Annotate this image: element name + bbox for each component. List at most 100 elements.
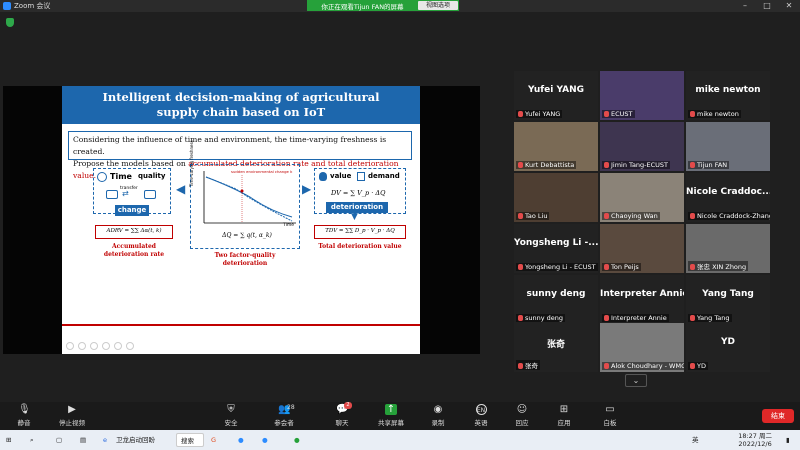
- participant-name-text: Yang Tang: [697, 314, 730, 322]
- whiteboard-button[interactable]: ▭ 白板: [590, 404, 630, 427]
- language-label: 英语: [474, 419, 488, 427]
- slide-title-line2: supply chain based on IoT: [156, 105, 326, 119]
- slide-tool-icon[interactable]: [90, 342, 98, 350]
- chat-button[interactable]: 💬 聊天: [322, 404, 362, 427]
- record-button[interactable]: ◉ 录制: [418, 404, 458, 427]
- video-camera-icon: ▶: [68, 404, 76, 415]
- demand-icon: [357, 172, 365, 181]
- slide-tool-icon[interactable]: [78, 342, 86, 350]
- taskbar-time: 18:27 周二: [738, 432, 772, 440]
- participant-name-label: Kurt Debattista: [516, 161, 577, 169]
- participant-tile[interactable]: Ton Peijs: [600, 224, 684, 273]
- participant-tile[interactable]: ECUST: [600, 71, 684, 120]
- security-button[interactable]: ⛨ 安全: [211, 404, 251, 427]
- close-icon[interactable]: ✕: [778, 0, 800, 12]
- window-title-text: Zoom 会议: [14, 2, 51, 10]
- participant-tile[interactable]: Interpreter Annie Interpreter Annie: [600, 275, 684, 324]
- reactions-button[interactable]: ☺ 回应: [502, 404, 542, 427]
- participant-tile[interactable]: Nicole Craddoc... Nicole Craddock-Zhang: [686, 173, 770, 222]
- participant-tile[interactable]: sunny deng sunny deng: [514, 275, 598, 324]
- participants-button[interactable]: 👥 28 参会者: [264, 404, 304, 427]
- participant-tile[interactable]: Yufei YANG Yufei YANG: [514, 71, 598, 120]
- participant-name-text: ECUST: [611, 110, 633, 118]
- time-label: Time: [110, 172, 132, 181]
- muted-mic-icon: [690, 162, 695, 168]
- participant-tile[interactable]: Yongsheng Li -... Yongsheng Li - ECUST: [514, 224, 598, 273]
- value-label: value: [330, 172, 352, 180]
- record-icon: ◉: [433, 404, 443, 415]
- two-factor-caption-line2: deterioration: [222, 260, 268, 267]
- maximize-icon[interactable]: □: [756, 0, 778, 12]
- slide-tool-icon[interactable]: [126, 342, 134, 350]
- mute-label: 静音: [17, 419, 31, 427]
- whiteboard-icon: ▭: [605, 404, 615, 415]
- participant-tile[interactable]: Kurt Debattista: [514, 122, 598, 171]
- taskbar-app-1[interactable]: 卫龙启动回盼: [116, 433, 155, 447]
- tdv-caption: Total deterioration value: [318, 243, 402, 250]
- app-icon[interactable]: G: [211, 433, 216, 447]
- microphone-icon: 🎙: [18, 404, 31, 415]
- participant-tile[interactable]: Tao Liu: [514, 173, 598, 222]
- edge-icon[interactable]: e: [103, 433, 107, 447]
- participant-tile[interactable]: YD YD: [686, 323, 770, 372]
- slide-title-line1: Intelligent decision-making of agricultu…: [102, 90, 380, 104]
- participant-tile[interactable]: 张奇 张奇: [514, 323, 598, 372]
- share-screen-icon: ↑: [385, 404, 397, 415]
- task-view-icon[interactable]: ▢: [56, 433, 62, 447]
- language-button[interactable]: EN 英语: [461, 404, 501, 427]
- muted-mic-icon: [604, 363, 609, 369]
- share-banner-text: 你正在观看Tijun FAN的屏幕: [321, 2, 404, 11]
- participant-display-name: YD: [721, 337, 735, 347]
- participant-tile[interactable]: Yang Tang Yang Tang: [686, 275, 770, 324]
- participant-tile[interactable]: Tijun FAN: [686, 122, 770, 171]
- participant-name-text: Yongsheng Li - ECUST: [525, 263, 596, 271]
- muted-mic-icon: [604, 264, 609, 270]
- dv-formula: DV = ∑ V_p · ΔQ: [331, 189, 386, 197]
- middle-panel: Time-varying freshness sudden environmen…: [189, 140, 300, 249]
- zoom-taskbar-icon[interactable]: ●: [262, 433, 268, 447]
- folder-icon[interactable]: ▤: [80, 433, 86, 447]
- participant-tile[interactable]: Alok Choudhary - WMG: [600, 323, 684, 372]
- participant-name-label: sunny deng: [516, 314, 566, 322]
- slide-intro-prefix: Propose the models based on: [73, 159, 189, 168]
- notification-icon[interactable]: ▮: [786, 433, 790, 447]
- participant-tile[interactable]: Chaoying Wan: [600, 173, 684, 222]
- delta-q-formula: ΔQ = ∑ q(t, α_k): [222, 232, 272, 239]
- slide-tool-icon[interactable]: [66, 342, 74, 350]
- slide-tool-icon[interactable]: [114, 342, 122, 350]
- participant-name-label: Yongsheng Li - ECUST: [516, 263, 598, 271]
- slide-tool-icon[interactable]: [102, 342, 110, 350]
- participant-display-name: 张奇: [546, 340, 565, 350]
- participant-display-name: Yufei YANG: [527, 85, 585, 95]
- participant-name-label: 张奇: [516, 360, 540, 370]
- chart-xlabel: Time: [283, 223, 295, 228]
- muted-mic-icon: [690, 264, 695, 270]
- share-screen-button[interactable]: ↑ 共享屏幕: [371, 404, 411, 427]
- taskbar-search-box[interactable]: 搜索一下: [176, 433, 204, 447]
- record-label: 录制: [431, 419, 445, 427]
- search-icon[interactable]: ⌕: [30, 433, 34, 447]
- left-arrow-icon: ◀: [176, 182, 186, 196]
- minimize-icon[interactable]: –: [734, 0, 756, 12]
- windows-start-icon[interactable]: ⊞: [6, 433, 11, 447]
- participant-tile[interactable]: mike newton mike newton: [686, 71, 770, 120]
- participant-tile[interactable]: Jimin Tang-ECUST: [600, 122, 684, 171]
- encryption-shield-icon[interactable]: [6, 18, 14, 27]
- stop-video-button[interactable]: ▶ 停止视频: [52, 404, 92, 427]
- taskbar-clock[interactable]: 18:27 周二 2022/12/6: [738, 432, 772, 448]
- zoom-taskbar-icon[interactable]: ●: [238, 433, 244, 447]
- view-options-button[interactable]: 视图选项: [418, 1, 458, 10]
- participant-name-text: sunny deng: [525, 314, 564, 322]
- stop-video-label: 停止视频: [59, 419, 85, 427]
- participant-name-text: YD: [697, 362, 706, 370]
- end-meeting-button[interactable]: 结束: [762, 409, 794, 423]
- share-screen-label: 共享屏幕: [378, 419, 404, 427]
- mute-button[interactable]: 🎙 静音: [4, 404, 44, 427]
- apps-button[interactable]: ⊞ 应用: [544, 404, 584, 427]
- shared-screen: Intelligent decision-making of agricultu…: [3, 86, 480, 354]
- participant-tile[interactable]: 张忠 XIN Zhong: [686, 224, 770, 273]
- reactions-label: 回应: [515, 419, 529, 427]
- language-indicator[interactable]: 英: [692, 433, 699, 447]
- wechat-icon[interactable]: ●: [294, 433, 300, 447]
- chevron-down-icon[interactable]: ⌄: [625, 374, 647, 387]
